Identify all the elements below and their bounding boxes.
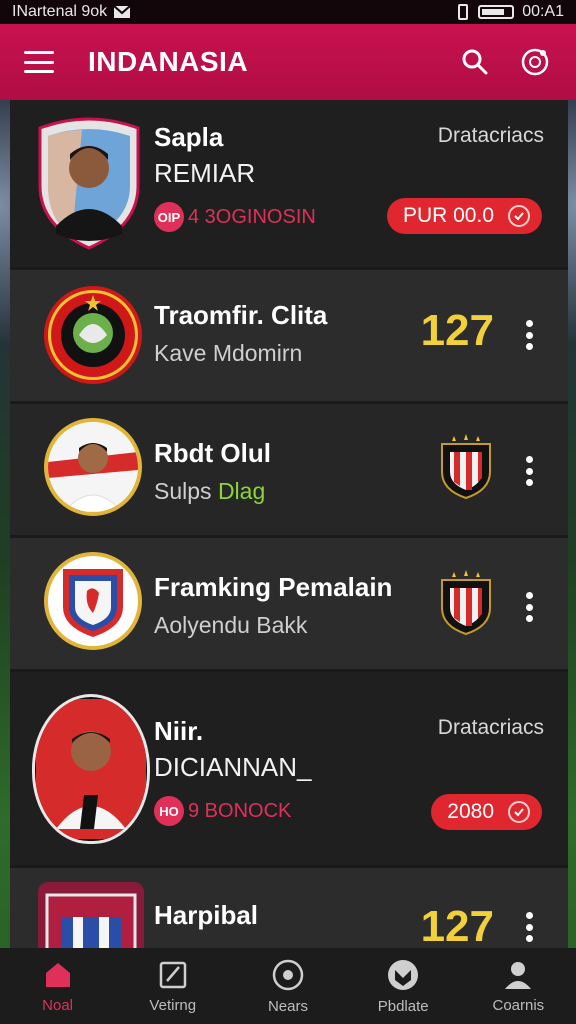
card-subtitle: Sulps Dlag — [154, 478, 265, 505]
status-time: 00:A1 — [522, 3, 564, 20]
card-title: Sapla — [154, 122, 224, 152]
home-icon — [45, 962, 70, 987]
nav-item-vetirng[interactable]: Vetirng — [123, 959, 223, 1014]
card-title: Harpibal — [154, 900, 259, 930]
card-subtitle: DICIANNAN_ — [154, 752, 312, 782]
nav-label: Coarnis — [492, 996, 545, 1014]
tag-text: 4 3OGINOSIN — [188, 205, 316, 228]
club-badge-icon — [440, 570, 492, 636]
list-item[interactable]: Rbdt Olul Sulps Dlag — [10, 404, 568, 538]
more-options-icon[interactable] — [526, 456, 534, 486]
card-subtitle: Kave Mdomirn — [154, 340, 303, 366]
price-value: 2080 — [447, 800, 494, 823]
shield-check-icon — [508, 205, 530, 227]
shield-check-icon — [388, 959, 419, 990]
app-title: INDANASIA — [88, 46, 249, 77]
price-button[interactable]: 2080 — [431, 794, 542, 830]
card-subtitle-b: Dlag — [217, 478, 266, 504]
more-options-icon[interactable] — [526, 912, 534, 942]
nav-label: Vetirng — [149, 996, 197, 1014]
battery-icon — [478, 5, 515, 19]
card-title: Traomfir. Clita — [154, 300, 328, 330]
nav-label: Noal — [42, 996, 74, 1014]
list-item[interactable]: Traomfir. Clita Kave Mdomirn 127 — [10, 270, 568, 404]
card-subtitle: REMIAR — [154, 158, 256, 188]
tag-text: 9 BONOCK — [188, 799, 292, 822]
record-icon — [272, 959, 304, 990]
status-bar: INartenal 9ok 00:A1 — [0, 0, 576, 24]
person-icon — [505, 961, 532, 989]
shield-check-icon — [508, 801, 530, 823]
status-text: INartenal 9ok — [12, 3, 108, 20]
app-header: INDANASIA — [0, 24, 576, 100]
card-subtitle: Aolyendu Bakk — [154, 612, 308, 638]
list-item[interactable]: Sapla REMIAR OIP 4 3OGINOSIN Dratacriacs… — [10, 100, 568, 270]
nav-item-coarnis[interactable]: Coarnis — [468, 959, 568, 1014]
card-title: Niir. — [154, 716, 204, 746]
card-right-label: Dratacriacs — [437, 124, 544, 147]
mail-icon — [113, 5, 131, 18]
list-item[interactable]: Harpibal 127 — [10, 868, 568, 948]
nav-item-pbdlate[interactable]: Pbdlate — [353, 958, 453, 1015]
card-title: Rbdt Olul — [154, 438, 271, 468]
card-title: Framking Pemalain — [154, 572, 393, 602]
more-options-icon[interactable] — [526, 592, 534, 622]
menu-icon[interactable] — [24, 51, 54, 73]
settings-icon[interactable] — [518, 45, 552, 79]
list-item[interactable]: Niir. DICIANNAN_ HO 9 BONOCK Dratacriacs… — [10, 672, 568, 868]
card-right-label: Dratacriacs — [437, 716, 544, 739]
nav-label: Nears — [267, 997, 308, 1015]
list-item[interactable]: Framking Pemalain Aolyendu Bakk — [10, 538, 568, 672]
score-value: 127 — [420, 902, 494, 948]
nav-item-home[interactable]: Noal — [8, 959, 108, 1014]
player-photo — [44, 418, 142, 516]
price-value: PUR 00.0 — [402, 204, 494, 227]
player-tag: OIP 4 3OGINOSIN — [154, 202, 316, 232]
nav-item-nears[interactable]: Nears — [238, 958, 338, 1015]
card-subtitle-a: Sulps — [154, 478, 212, 504]
player-photo — [32, 694, 150, 844]
more-options-icon[interactable] — [526, 320, 534, 350]
tag-badge: HO — [154, 796, 184, 826]
vibrate-icon — [458, 4, 469, 20]
player-tag: HO 9 BONOCK — [154, 796, 291, 826]
bottom-nav: Noal Vetirng Nears Pbdlate Coarnis — [0, 948, 576, 1024]
club-badge-icon — [440, 434, 492, 500]
club-crest-icon — [38, 882, 144, 948]
score-value: 127 — [420, 306, 494, 355]
nav-label: Pbdlate — [377, 997, 429, 1015]
player-photo — [32, 116, 146, 250]
player-list: Sapla REMIAR OIP 4 3OGINOSIN Dratacriacs… — [10, 100, 568, 948]
club-crest-icon — [44, 286, 142, 384]
price-button[interactable]: PUR 00.0 — [386, 198, 542, 234]
search-icon[interactable] — [458, 45, 492, 79]
club-crest-icon — [44, 552, 142, 650]
edit-icon — [159, 961, 187, 988]
tag-badge: OIP — [154, 202, 184, 232]
